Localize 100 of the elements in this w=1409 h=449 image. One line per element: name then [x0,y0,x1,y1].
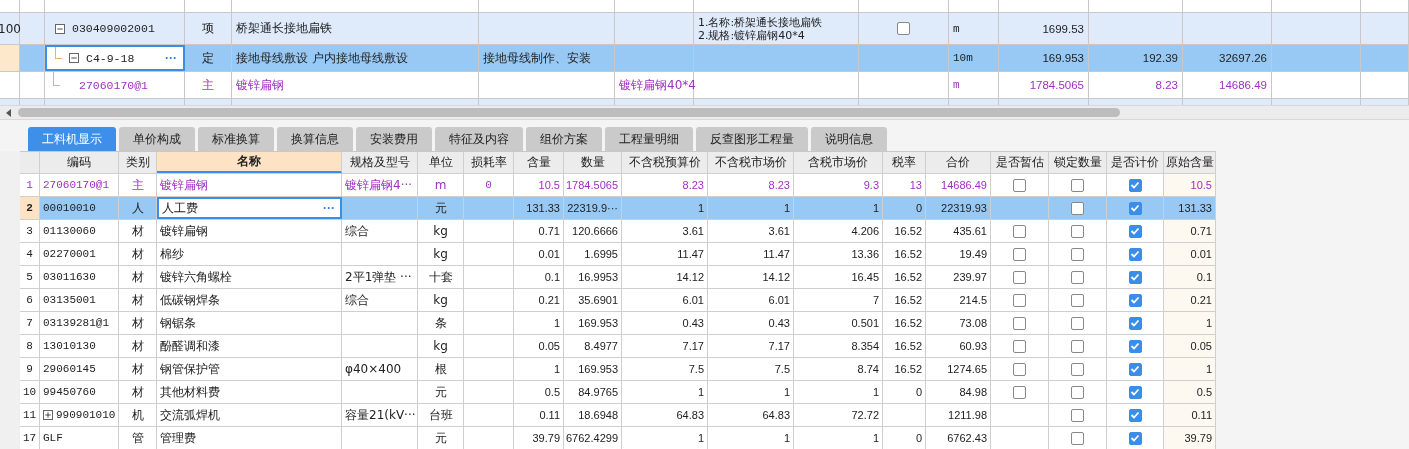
tab[interactable]: 安装费用 [356,127,432,151]
checkbox[interactable] [1071,362,1084,376]
table-row[interactable]: 100 030409002001 项 桥架通长接地扁铁 1.名称:桥架通长接地扁铁 2.规格:镀锌扁钢40*4 m 1699.53 [0,13,1409,45]
original-content-cell: 0.01 [1164,243,1216,265]
checkbox[interactable] [1128,362,1142,376]
more-button[interactable]: ··· [163,51,179,65]
column-header[interactable]: 是否计价 [1107,152,1164,173]
type-text: 主 [131,176,144,194]
table-row[interactable]: 2 00010010 人 人工费 ··· 元 131.33 22319.9··· 1 1 1 0 22319.93 131.33 [20,197,1216,220]
checkbox[interactable] [1013,293,1026,307]
column-header[interactable]: 数量 [564,152,622,173]
unit-text: 元 [434,429,447,447]
column-header[interactable]: 锁定数量 [1049,152,1107,173]
checkbox[interactable] [1128,201,1142,215]
collapse-icon[interactable] [55,23,65,34]
table-row[interactable]: C4-9-18 ··· 定 接地母线敷设 户内接地母线敷设 接地母线制作、安装 10m 169.953 192.39 32697.26 [0,45,1409,72]
column-header[interactable]: 不含税预算价 [622,152,708,173]
checkbox[interactable] [1071,178,1084,192]
unit-text: 十套 [428,268,453,286]
price-text: 3.61 [682,225,704,237]
checkbox[interactable] [1071,201,1084,215]
checkbox[interactable] [897,22,910,35]
table-row[interactable]: 17 GLF 管 管理费 元 39.79 6762.4299 1 1 1 0 6762.43 39.79 [20,427,1216,449]
tax-rate-text: 0 [915,432,922,444]
table-row[interactable]: 3 01130060 材 镀锌扁钢 综合 kg 0.71 120.6666 3.61 3.61 4.206 16.52 435.61 0.71 [20,220,1216,243]
tab[interactable]: 工程量明细 [605,127,693,151]
column-header[interactable]: 含税市场价 [794,152,883,173]
table-row[interactable]: 9 29060145 材 钢管保护管 φ40×400 根 1 169.953 7.5 7.5 8.74 16.52 1274.65 1 [20,358,1216,381]
checkbox[interactable] [1128,408,1142,422]
column-header[interactable]: 含量 [514,152,564,173]
quantity-text: 169.953 [1042,52,1084,64]
column-header[interactable]: 原始含量 [1164,152,1216,173]
checkbox[interactable] [1071,316,1084,330]
content-text: 0.71 [538,225,560,237]
table-row[interactable]: 6 03135001 材 低碳钢焊条 综合 kg 0.21 35.6901 6.01 6.01 7 16.52 214.5 0.21 [20,289,1216,312]
checkbox[interactable] [1071,385,1084,399]
checkbox[interactable] [1128,178,1142,192]
tab[interactable]: 换算信息 [277,127,353,151]
table-row[interactable]: 11 990901010 机 交流弧焊机 容量21(kV··· 台班 0.11 18.6948 64.83 64.83 72.72 1211.98 0.11 [20,404,1216,427]
checkbox[interactable] [1128,224,1142,238]
scrollbar-thumb[interactable] [18,108,1120,117]
horizontal-scrollbar[interactable] [0,105,1409,120]
checkbox[interactable] [1128,385,1142,399]
total-text: 14686.49 [1219,79,1267,91]
code-field[interactable]: C4-9-18 ··· [45,45,185,71]
unit-text: kg [433,339,448,353]
content-text: 131.33 [526,202,560,214]
checkbox[interactable] [1013,339,1026,353]
checkbox[interactable] [1013,316,1026,330]
checkbox[interactable] [1128,339,1142,353]
checkbox[interactable] [1071,408,1084,422]
code-text: 03139281@1 [43,317,109,329]
checkbox[interactable] [1013,385,1026,399]
table-row[interactable]: 5 03011630 材 镀锌六角螺栓 2平1弹垫 ··· 十套 0.1 16.9953 14.12 14.12 16.45 16.52 239.97 0.1 [20,266,1216,289]
checkbox[interactable] [1013,362,1026,376]
original-content-cell: 1 [1164,312,1216,334]
price-text: 192.39 [1142,52,1178,64]
checkbox[interactable] [1071,431,1084,445]
price-text: 6.01 [768,294,790,306]
column-header[interactable]: 税率 [883,152,926,173]
type-text: 材 [131,337,144,355]
table-row[interactable]: 4 02270001 材 棉纱 kg 0.01 1.6995 11.47 11.47 13.36 16.52 19.49 0.01 [20,243,1216,266]
checkbox[interactable] [1013,224,1026,238]
column-header[interactable]: 单位 [418,152,464,173]
scroll-left-icon[interactable] [6,108,12,117]
table-row[interactable]: 8 13010130 材 酚醛调和漆 kg 0.05 8.4977 7.17 7.17 8.354 16.52 60.93 0.05 [20,335,1216,358]
column-header[interactable]: 规格及型号 [342,152,418,173]
checkbox[interactable] [1071,247,1084,261]
checkbox[interactable] [1071,293,1084,307]
checkbox[interactable] [1128,270,1142,284]
expand-icon[interactable] [43,410,53,420]
table-row[interactable]: 7 03139281@1 材 钢锯条 条 1 169.953 0.43 0.43 0.501 16.52 73.08 1 [20,312,1216,335]
tab[interactable]: 标准换算 [198,127,274,151]
checkbox[interactable] [1013,178,1026,192]
checkbox[interactable] [1013,270,1026,284]
tab[interactable]: 单价构成 [119,127,195,151]
checkbox[interactable] [1128,293,1142,307]
collapse-icon[interactable] [69,53,79,63]
checkbox[interactable] [1071,270,1084,284]
column-header[interactable]: 合价 [926,152,991,173]
column-header[interactable]: 损耗率 [464,152,514,173]
tab[interactable]: 特征及内容 [435,127,523,151]
checkbox[interactable] [1128,316,1142,330]
tab[interactable]: 组价方案 [526,127,602,151]
column-header[interactable]: 是否暂估 [991,152,1049,173]
tab[interactable]: 说明信息 [811,127,887,151]
column-header[interactable]: 不含税市场价 [708,152,794,173]
name-text: 镀锌扁钢 [236,76,284,94]
checkbox[interactable] [1071,339,1084,353]
more-button[interactable]: ··· [321,201,337,215]
column-header[interactable]: 编码 [40,152,119,173]
table-row[interactable]: 10 99450760 材 其他材料费 元 0.5 84.9765 1 1 1 0 84.98 0.5 [20,381,1216,404]
name-field[interactable]: 人工费 ··· [157,197,342,219]
original-content-cell: 0.71 [1164,220,1216,242]
checkbox[interactable] [1013,247,1026,261]
checkbox[interactable] [1071,224,1084,238]
tab[interactable]: 反查图形工程量 [696,127,808,151]
checkbox[interactable] [1128,247,1142,261]
column-header[interactable]: 名称 [157,152,342,173]
checkbox[interactable] [1128,431,1142,445]
